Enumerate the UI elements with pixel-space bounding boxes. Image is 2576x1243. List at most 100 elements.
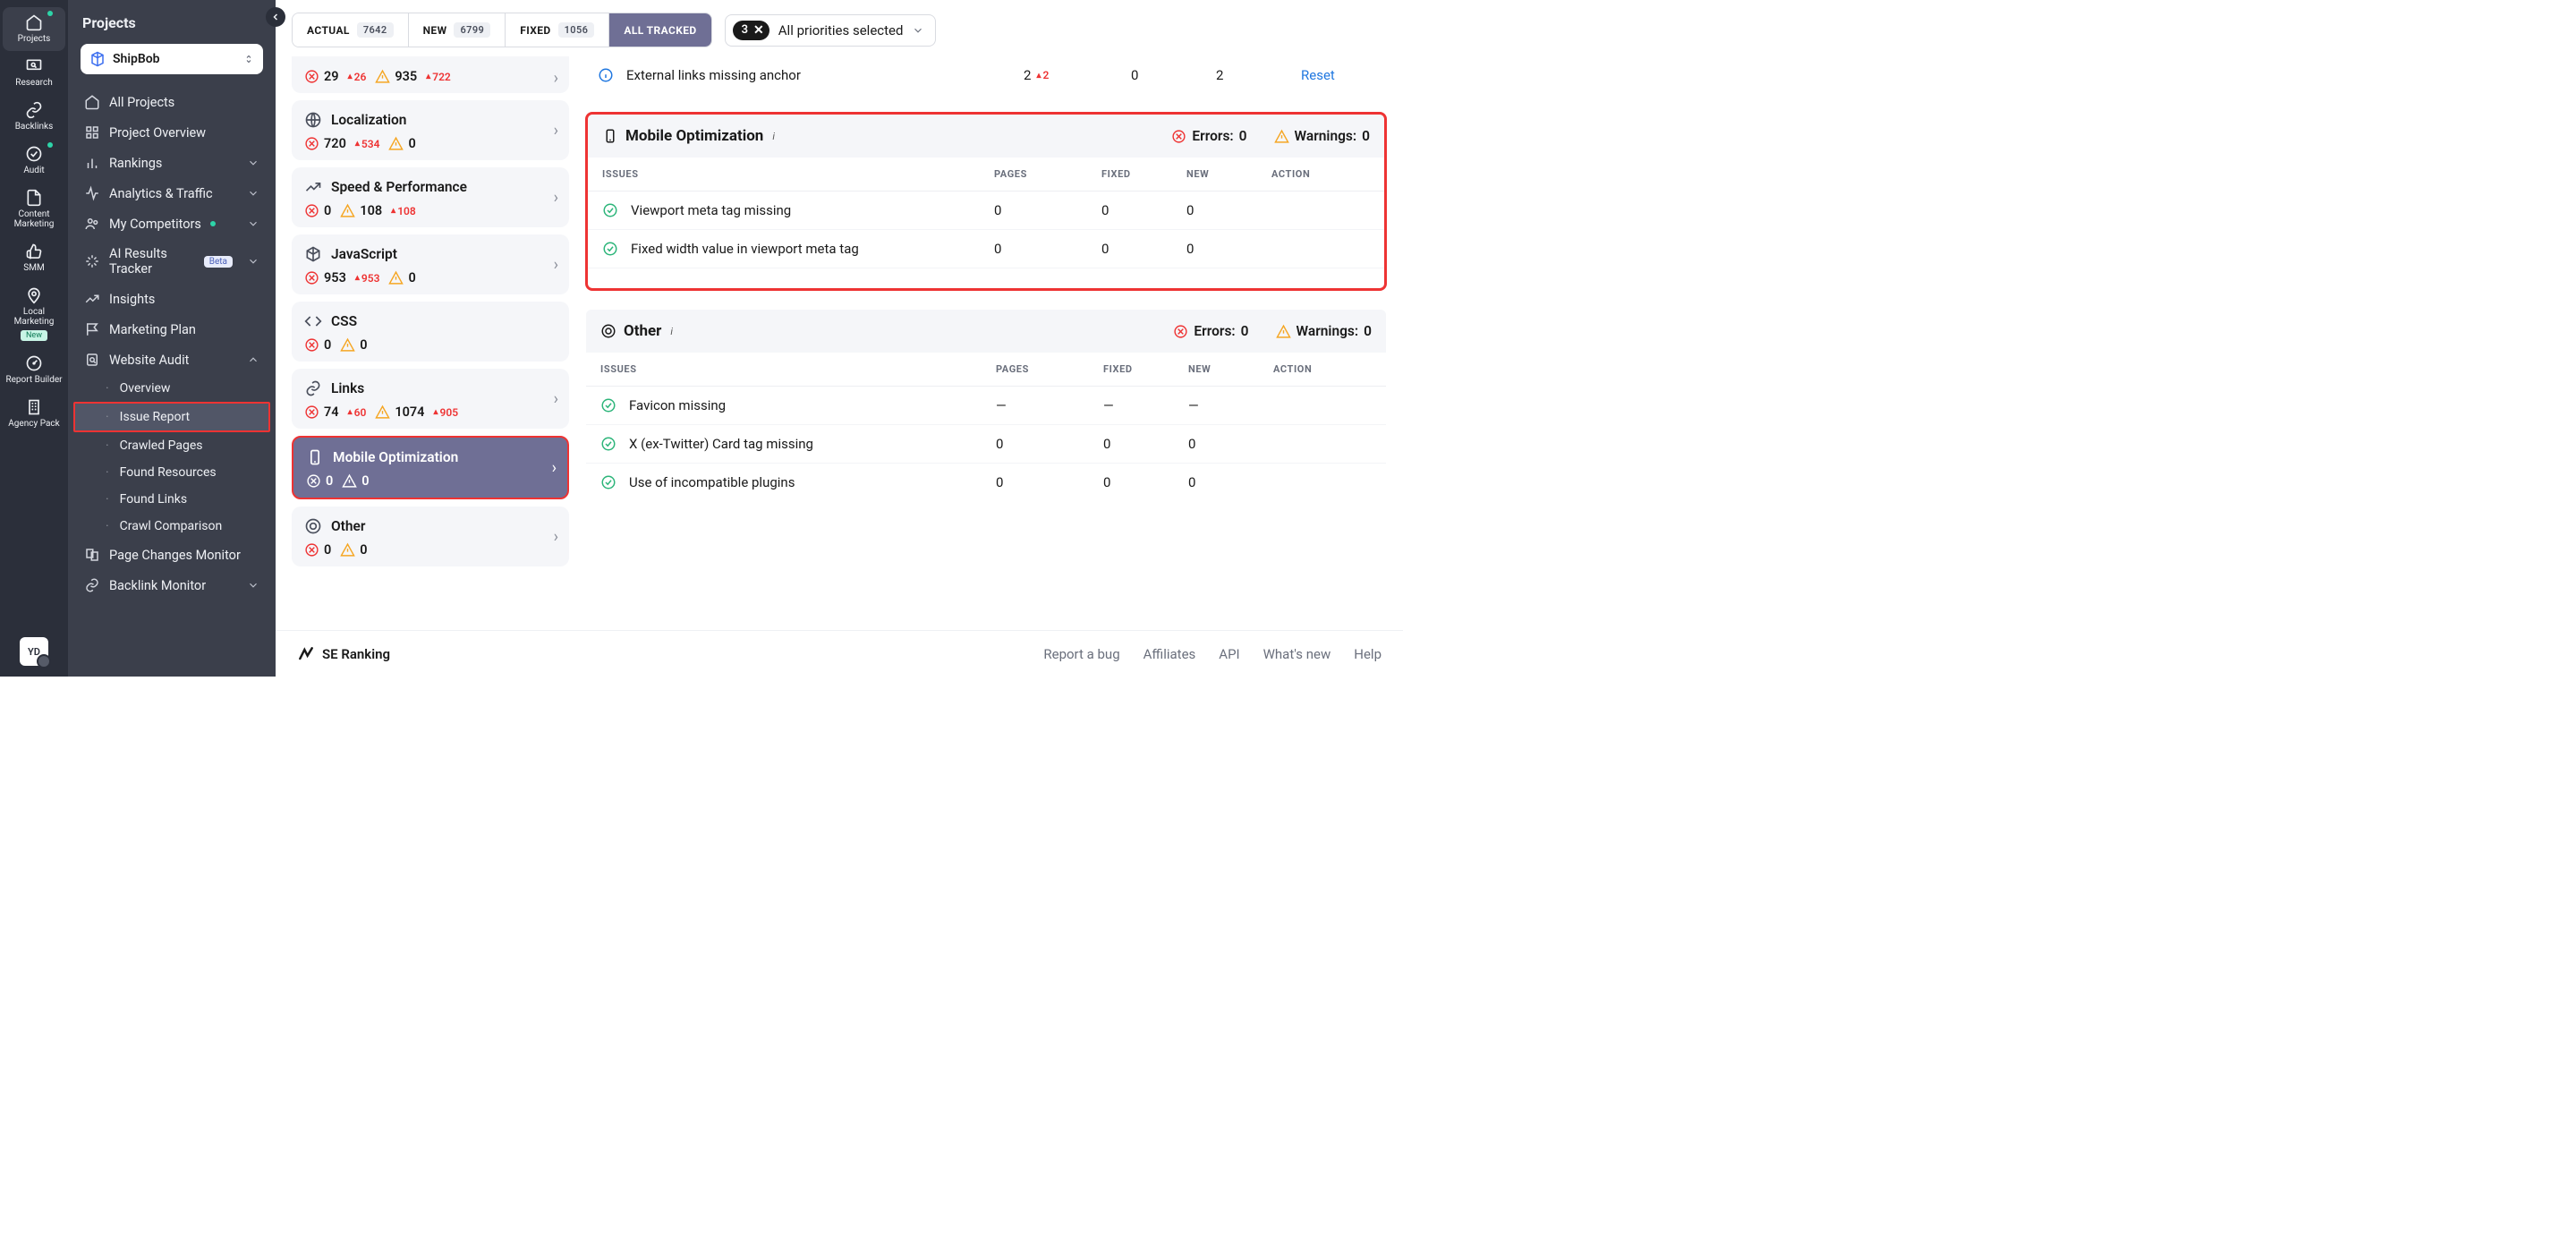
- th-issues: ISSUES: [600, 363, 996, 375]
- c-new: 0: [1186, 202, 1271, 218]
- pill-count: 3: [742, 23, 748, 37]
- issue-label[interactable]: Fixed width value in viewport meta tag: [631, 241, 859, 257]
- subnav-overview[interactable]: Overview: [75, 375, 268, 402]
- brand-text: SE Ranking: [322, 646, 390, 662]
- updown-icon: [243, 53, 254, 65]
- rail-label: Projects: [18, 34, 51, 44]
- nav-project-overview[interactable]: Project Overview: [75, 117, 268, 148]
- rail-local[interactable]: Local Marketing New: [3, 280, 65, 348]
- issue-label[interactable]: Viewport meta tag missing: [631, 202, 791, 218]
- priority-selector[interactable]: 3✕ All priorities selected: [725, 14, 937, 47]
- panel-title-text: Mobile Optimization: [625, 127, 763, 145]
- issue-label[interactable]: External links missing anchor: [626, 67, 801, 83]
- rail-report[interactable]: Report Builder: [3, 348, 65, 392]
- rail-content[interactable]: Content Marketing: [3, 183, 65, 236]
- cat-title-text: JavaScript: [331, 246, 397, 262]
- nav-rankings[interactable]: Rankings: [75, 148, 268, 178]
- partial-row: External links missing anchor 22 0 2 Res…: [585, 56, 1387, 94]
- nav-ai-tracker[interactable]: AI Results TrackerBeta: [75, 239, 268, 284]
- cat-other[interactable]: › Other 0 0: [292, 507, 569, 566]
- footer-whats-new[interactable]: What's new: [1263, 646, 1331, 662]
- nav-marketing-plan[interactable]: Marketing Plan: [75, 314, 268, 345]
- rail-label: Research: [15, 78, 52, 88]
- globe-icon: [304, 111, 322, 129]
- warnings-label: Warnings:: [1297, 323, 1359, 339]
- subnav-issue-report[interactable]: Issue Report: [73, 402, 270, 432]
- cat-localization[interactable]: › Localization 720 534 0: [292, 100, 569, 160]
- info-sup-icon[interactable]: i: [670, 326, 673, 337]
- c-fixed: 0: [1103, 474, 1188, 490]
- monitor-icon: [24, 56, 44, 76]
- nav-website-audit[interactable]: Website Audit: [75, 345, 268, 375]
- warnings-count: 0: [1362, 128, 1370, 144]
- cat-javascript[interactable]: › JavaScript 953 953 0: [292, 234, 569, 294]
- cat-title-text: Speed & Performance: [331, 179, 467, 195]
- cat-usability[interactable]: › 29 26 935 722: [292, 56, 569, 93]
- cat-links[interactable]: › Links 74 60 1074 905: [292, 369, 569, 429]
- footer-api[interactable]: API: [1219, 646, 1239, 662]
- subnav-label: Overview: [120, 381, 171, 396]
- nav-backlink-monitor[interactable]: Backlink Monitor: [75, 570, 268, 600]
- chevron-right-icon: ›: [554, 527, 558, 546]
- pulse-icon: [84, 185, 100, 201]
- issue-label[interactable]: Use of incompatible plugins: [629, 474, 795, 490]
- c-pages: 0: [994, 241, 1101, 257]
- tab-fixed[interactable]: FIXED1056: [506, 13, 609, 47]
- subnav-crawl-comparison[interactable]: Crawl Comparison: [75, 513, 268, 540]
- rail-projects[interactable]: Projects: [3, 7, 65, 51]
- footer-report-bug[interactable]: Report a bug: [1043, 646, 1119, 662]
- gauge-icon: [24, 353, 44, 373]
- th-fixed: FIXED: [1101, 168, 1186, 180]
- close-icon[interactable]: ✕: [753, 23, 764, 38]
- errors-count: 0: [1241, 323, 1249, 339]
- warn-count: 0: [408, 136, 415, 151]
- nav-insights[interactable]: Insights: [75, 284, 268, 314]
- thumb-icon: [24, 242, 44, 261]
- rail-backlinks[interactable]: Backlinks: [3, 95, 65, 139]
- reset-link[interactable]: Reset: [1301, 67, 1335, 83]
- panel-mobile: Mobile Optimizationi Errors: 0 Warnings:…: [585, 112, 1387, 291]
- new-badge: New: [21, 330, 47, 341]
- main: ACTUAL7642 NEW6799 FIXED1056 ALL TRACKED…: [276, 0, 1403, 677]
- brand[interactable]: SE Ranking: [297, 645, 390, 663]
- rail-audit[interactable]: Audit: [3, 139, 65, 183]
- project-selector[interactable]: ShipBob: [81, 44, 263, 74]
- priority-pill[interactable]: 3✕: [733, 21, 769, 40]
- rail-smm[interactable]: SMM: [3, 236, 65, 280]
- tab-all-tracked[interactable]: ALL TRACKED: [609, 13, 710, 47]
- chevron-down-icon: [247, 579, 259, 592]
- c-pages: —: [996, 397, 1103, 413]
- user-avatar[interactable]: YD: [20, 637, 48, 666]
- nav-analytics[interactable]: Analytics & Traffic: [75, 178, 268, 209]
- nav-label: Website Audit: [109, 353, 189, 368]
- nav-page-changes[interactable]: Page Changes Monitor: [75, 540, 268, 570]
- warn-count: 0: [408, 270, 415, 285]
- tab-label: FIXED: [520, 24, 550, 37]
- category-list: › 29 26 935 722 › Localization 720 534 0: [292, 56, 569, 677]
- cat-mobile[interactable]: › Mobile Optimization 0 0: [292, 436, 569, 499]
- rail-label: Backlinks: [15, 122, 54, 132]
- info-sup-icon[interactable]: i: [772, 131, 775, 142]
- footer-help[interactable]: Help: [1354, 646, 1382, 662]
- table-row: X (ex-Twitter) Card tag missing 0 0 0: [586, 425, 1386, 464]
- panel-title-text: Other: [624, 322, 661, 340]
- subnav-found-links[interactable]: Found Links: [75, 486, 268, 513]
- rail-research[interactable]: Research: [3, 51, 65, 95]
- tab-new[interactable]: NEW6799: [409, 13, 506, 47]
- tab-label: NEW: [423, 24, 447, 37]
- nav-label: AI Results Tracker: [109, 246, 190, 277]
- rail-label: SMM: [23, 263, 44, 273]
- tab-actual[interactable]: ACTUAL7642: [293, 13, 409, 47]
- cat-speed[interactable]: › Speed & Performance 0 108 108: [292, 167, 569, 227]
- issue-label[interactable]: Favicon missing: [629, 397, 726, 413]
- subnav-found-resources[interactable]: Found Resources: [75, 459, 268, 486]
- issue-label[interactable]: X (ex-Twitter) Card tag missing: [629, 436, 813, 452]
- footer-affiliates[interactable]: Affiliates: [1143, 646, 1196, 662]
- cat-css[interactable]: CSS 0 0: [292, 302, 569, 362]
- subnav-crawled-pages[interactable]: Crawled Pages: [75, 432, 268, 459]
- collapse-sidebar-button[interactable]: [266, 7, 285, 27]
- chevron-right-icon: ›: [552, 458, 557, 477]
- nav-competitors[interactable]: My Competitors: [75, 209, 268, 239]
- rail-agency[interactable]: Agency Pack: [3, 392, 65, 436]
- nav-all-projects[interactable]: All Projects: [75, 87, 268, 117]
